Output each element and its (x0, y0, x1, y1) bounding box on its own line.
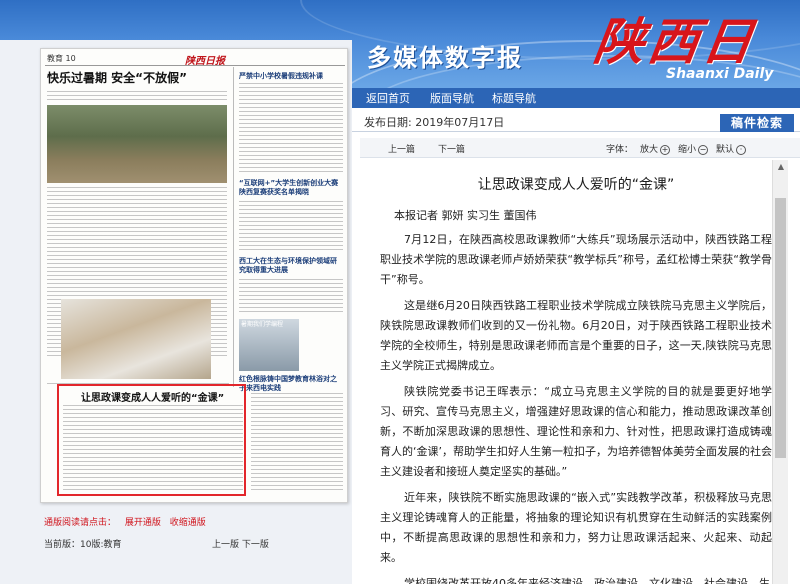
collapse-edition-link[interactable]: 收缩通版 (170, 518, 206, 528)
article-highlight-box[interactable] (57, 384, 246, 496)
paper-side-headline[interactable]: “互联网+”大学生创新创业大赛陕西复赛获奖名单揭晓 (239, 179, 343, 197)
edition-links-label: 通版阅读请点击： (44, 518, 117, 528)
article-paragraph: 这是继6月20日陕西铁路工程职业技术学院成立陕铁院马克思主义学院后，陕铁院思政课… (380, 299, 772, 372)
prev-article-link[interactable]: 上一篇 (388, 142, 415, 155)
default-size-label: 默认 (716, 145, 735, 155)
current-edition-label: 当前版：10版:教育 (44, 540, 122, 550)
article-title: 让思政课变成人人爱听的“金课” (477, 177, 675, 193)
zoom-in-button[interactable]: 放大 + (640, 142, 671, 155)
paper-side-headline[interactable]: 西工大在生态与环境保护领域研究取得重大进展 (239, 257, 343, 275)
paper-side-headline[interactable]: 红色根脉铸中国梦教育林浴对之子来西电实践 (239, 375, 343, 393)
zoom-in-label: 放大 (640, 145, 659, 155)
header-subtitle: 多媒体数字报 (367, 44, 523, 72)
next-article-link[interactable]: 下一篇 (438, 142, 465, 155)
page-navigation: 上一版 下一版 (212, 537, 269, 550)
paper-text-block (239, 201, 343, 251)
article-paragraph: 陕铁院党委书记王晖表示：“成立马克思主义学院的目的就是要更好地学习、研究、宣传马… (380, 385, 772, 478)
reset-icon: · (736, 144, 747, 155)
article-byline: 本报记者 郭妍 实习生 董国伟 (394, 209, 537, 222)
next-page-link[interactable]: 下一版 (242, 540, 269, 550)
paper-rule (45, 65, 345, 66)
column-divider (233, 67, 234, 387)
scroll-up-arrow-icon[interactable]: ▲ (773, 160, 789, 174)
nav-home-link[interactable]: 返回首页 (366, 90, 410, 106)
nav-bar: 返回首页 版面导航 标题导航 (352, 88, 800, 108)
zoom-out-button[interactable]: 缩小 − (678, 142, 709, 155)
article-search-button[interactable]: 稿件检索 (720, 114, 794, 132)
article-paragraph: 7月12日，在陕西高校思政课教师“大练兵”现场展示活动中，陕西铁路工程职业技术学… (380, 233, 772, 286)
paper-text-block (251, 393, 343, 493)
font-size-label: 字体： (606, 145, 634, 155)
paper-headline[interactable]: 快乐过暑期 安全“不放假” (47, 69, 187, 86)
news-photo-students (47, 105, 227, 183)
article-paragraph: 学校围绕改革开放40多年来经济建设、政治建设、文化建设、社会建设、生 (404, 577, 770, 584)
expand-edition-link[interactable]: 展开通版 (125, 518, 161, 528)
edition-links: 通版阅读请点击： 展开通版 收缩通版 (44, 515, 212, 528)
scrollbar-thumb[interactable] (775, 198, 786, 458)
paper-edition-label: 教育 10 (47, 54, 76, 63)
site-logo-en: Shaanxi Daily (666, 66, 774, 82)
default-size-button[interactable]: 默认 · (716, 142, 747, 155)
paper-text-block (47, 91, 227, 101)
zoom-in-icon: + (660, 144, 671, 155)
article-content: 让思政课变成人人爱听的“金课” 本报记者 郭妍 实习生 董国伟 7月12日，在陕… (380, 166, 772, 584)
article-toolbar: 上一篇 下一篇 字体： 放大 + 缩小 − 默认 · (360, 138, 800, 158)
photo-caption: 暑期我们学编程 (241, 321, 284, 328)
paper-side-headline[interactable]: 严禁中小学校暑假违规补课 (239, 71, 323, 81)
news-photo-programming (61, 299, 211, 379)
article-scrollbar[interactable]: ▲ (772, 160, 788, 584)
zoom-out-label: 缩小 (678, 145, 697, 155)
zoom-out-icon: − (698, 144, 709, 155)
publish-date: 发布日期: 2019年07月17日 (364, 116, 505, 129)
nav-page-link[interactable]: 版面导航 (430, 90, 474, 106)
nav-title-link[interactable]: 标题导航 (492, 90, 536, 106)
paper-text-block (239, 83, 343, 173)
prev-page-link[interactable]: 上一版 (212, 540, 239, 550)
paper-text-block (239, 279, 343, 315)
article-paragraph: 近年来，陕铁院不断实施思政课的“嵌入式”实践教学改革，积极释放马克思主义理论铸魂… (380, 491, 772, 564)
